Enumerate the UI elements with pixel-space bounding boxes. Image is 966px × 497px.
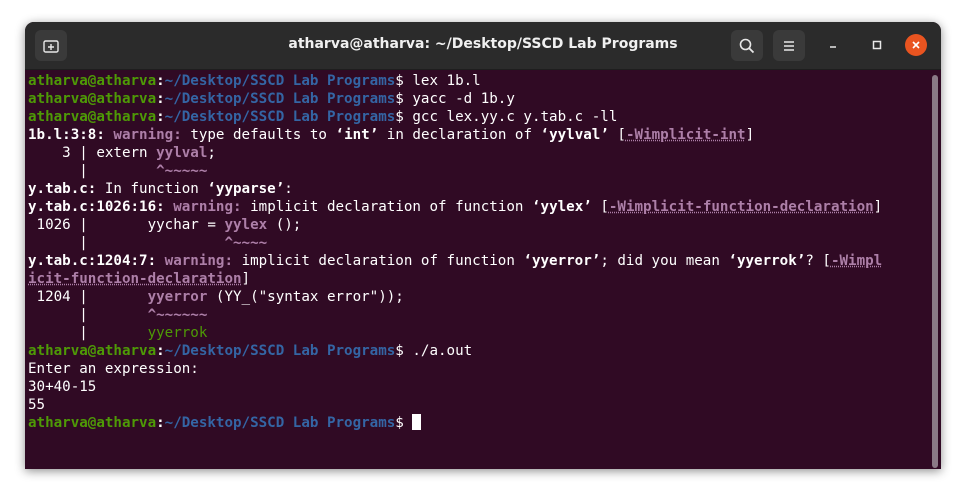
source-line: 1204 | yyerror (YY_("syntax error")); [28,288,941,306]
maximize-button[interactable] [866,34,888,56]
command-line: atharva@atharva:~/Desktop/SSCD Lab Progr… [28,343,473,359]
source-text: ; [207,145,216,161]
source-text: 1026 | yychar = [28,217,225,233]
prompt-path: ~/Desktop/SSCD Lab Programs [164,91,396,107]
scrollbar[interactable] [932,75,938,468]
warning-token: ‘yylval’ [540,127,609,143]
program-output: 55 [28,397,46,413]
terminal-output[interactable]: atharva@atharva: ~/Desktop/SSCD Lab Progr… [25,70,941,469]
prompt-path: ~/Desktop/SSCD Lab Programs [164,415,396,431]
prompt-path: ~/Desktop/SSCD Lab Programs [164,109,396,125]
warning-label: warning: [164,253,234,269]
minimize-icon [830,46,836,48]
command-line: atharva@atharva:~/Desktop/SSCD Lab Progr… [28,91,515,107]
text-cursor[interactable] [412,414,422,430]
command-text: lex 1b.l [412,73,481,89]
warning-flag: -Wimplicit-int [625,127,746,143]
compiler-warning: y.tab.c:1204:7: warning: implicit declar… [28,253,883,269]
source-highlight: yyerror [147,289,208,305]
prompt-path: ~/Desktop/SSCD Lab Programs [164,73,396,89]
caret-line: | ^~~~~~~ [28,306,941,324]
suggestion-line: | yyerrok [28,324,941,342]
compiler-warning-wrap: icit-function-declaration] [28,271,251,287]
terminal-window: atharva@atharva: ~/Desktop/SSCD Lab Prog… [25,22,941,469]
warning-location: 1b.l:3:8: [28,127,105,143]
caret-prefix: | [28,163,157,179]
warning-location: y.tab.c:1026:16: [28,199,165,215]
caret-marker: ^~~~~~ [156,163,208,179]
caret-line: | ^~~~~~ [28,162,941,180]
prompt-user: atharva@atharva [28,415,157,431]
command-line: atharva@atharva:~/Desktop/SSCD Lab Progr… [28,73,481,89]
prompt-user: atharva@atharva [28,73,157,89]
suggestion-text: yyerrok [147,325,208,341]
caret-line: | ^~~~~ [28,234,941,252]
hamburger-menu-icon [784,40,794,51]
program-output: Enter an expression: [28,361,199,377]
command-text: yacc -d 1b.y [412,91,515,107]
warning-text: type defaults to [190,127,336,143]
source-text: 3 | extern [28,145,157,161]
warning-flag: -Wimplicit-function-declaration [608,199,874,215]
warning-token: ‘yyerror’ [523,253,601,269]
warning-token: ‘yylex’ [531,199,592,215]
source-text: (); [267,217,302,233]
source-highlight: yylex [224,217,268,233]
prompt-user: atharva@atharva [28,91,157,107]
source-text: 1204 | [28,289,148,305]
search-button[interactable] [731,30,763,61]
close-button[interactable] [905,34,927,56]
title-bar[interactable]: atharva@atharva: ~/Desktop/SSCD Lab Prog… [25,22,941,70]
command-line: atharva@atharva:~/Desktop/SSCD Lab Progr… [28,414,941,432]
command-text: ./a.out [412,343,473,359]
warning-text: implicit declaration of function [250,199,532,215]
close-icon [912,41,920,49]
compiler-warning: y.tab.c:1026:16: warning: implicit decla… [28,199,883,215]
command-text: gcc lex.yy.c y.tab.c -ll [412,109,618,125]
warning-text: implicit declaration of function [241,253,524,269]
context-function: ‘yyparse’ [207,181,285,197]
warning-text: in declaration of [378,127,541,143]
minimize-button[interactable] [822,34,844,56]
warning-label: warning: [113,127,182,143]
prompt-path: ~/Desktop/SSCD Lab Programs [164,343,396,359]
search-icon [739,38,755,53]
warning-token: ‘int’ [335,127,379,143]
source-text: (YY_("syntax error")); [207,289,404,305]
warning-flag: -Wimpl [830,253,883,269]
warning-token: ‘yyerrok’ [728,253,806,269]
caret-prefix: | [28,307,148,323]
menu-button[interactable] [773,30,805,61]
warning-label: warning: [173,199,242,215]
program-input: 30+40-15 [28,379,97,395]
context-text: : [284,181,293,197]
maximize-icon [872,40,882,50]
source-line: 1026 | yychar = yylex (); [28,216,941,234]
prompt-user: atharva@atharva [28,343,157,359]
command-line: atharva@atharva:~/Desktop/SSCD Lab Progr… [28,109,618,125]
source-highlight: yylval [156,145,208,161]
warning-location: y.tab.c:1204:7: [28,253,157,269]
warning-text: ? [805,253,823,269]
compiler-warning: 1b.l:3:8: warning: type defaults to ‘int… [28,127,755,143]
caret-marker: ^~~~~ [224,235,268,251]
warning-text: ; did you mean [600,253,729,269]
caret-prefix: | [28,235,225,251]
context-file: y.tab.c: [28,181,97,197]
caret-marker: ^~~~~~~ [147,307,208,323]
source-line: 3 | extern yylval; [28,144,941,162]
function-context: y.tab.c: In function ‘yyparse’: [28,180,941,198]
context-text: In function [96,181,208,197]
prompt-user: atharva@atharva [28,109,157,125]
suggestion-prefix: | [28,325,148,341]
warning-flag: icit-function-declaration [28,271,242,287]
